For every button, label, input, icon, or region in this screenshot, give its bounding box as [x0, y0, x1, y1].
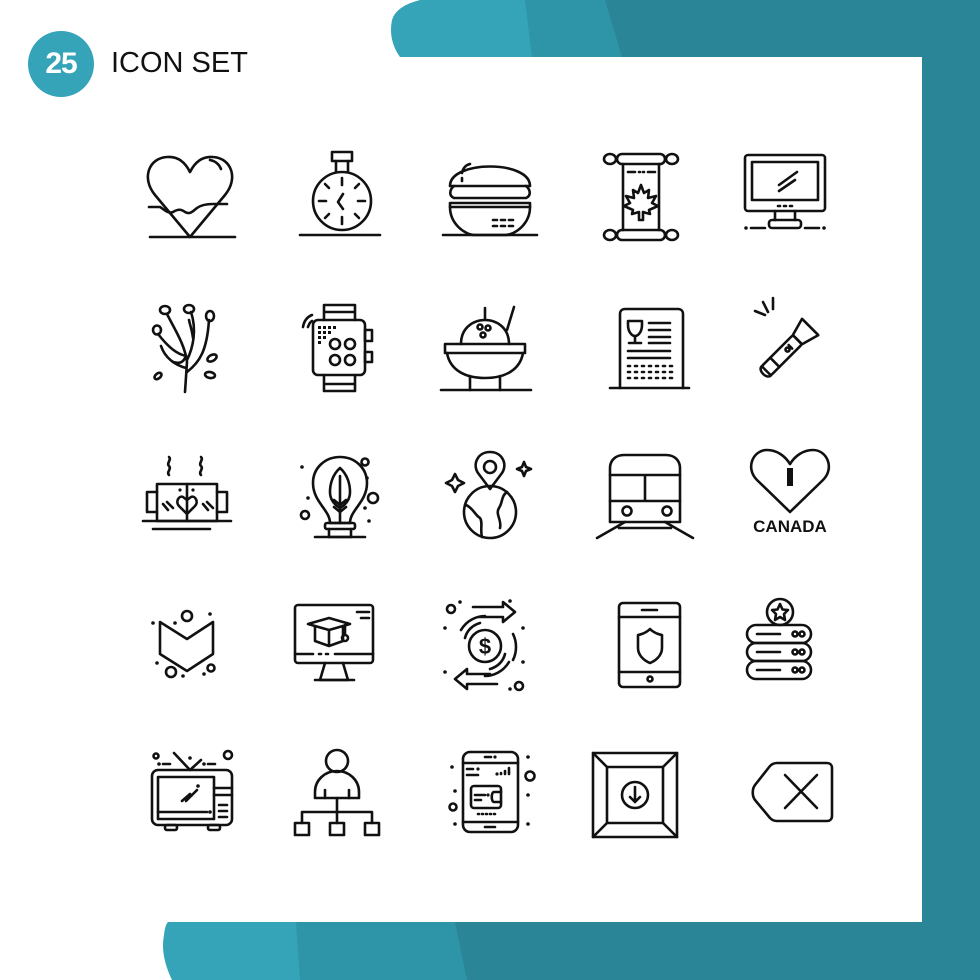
stopwatch-icon[interactable]: [285, 140, 395, 250]
ice-cream-bowl-icon[interactable]: [435, 290, 545, 400]
canada-scroll-icon[interactable]: [585, 140, 695, 250]
monitor-icon[interactable]: [735, 140, 845, 250]
burger-icon[interactable]: [435, 140, 545, 250]
branch-berries-icon[interactable]: [135, 290, 245, 400]
mobile-wallet-icon[interactable]: [435, 740, 545, 850]
train-icon[interactable]: [585, 440, 695, 550]
count-badge: 25: [28, 31, 94, 97]
i-love-canada-icon[interactable]: CANADA: [735, 440, 845, 550]
smartwatch-icon[interactable]: [285, 290, 395, 400]
canada-label: CANADA: [753, 517, 827, 536]
online-education-icon[interactable]: [285, 590, 395, 700]
bottom-shape-dark: [455, 922, 980, 980]
globe-location-icon[interactable]: [435, 440, 545, 550]
eco-bulb-icon[interactable]: [285, 440, 395, 550]
chevron-down-badge-icon[interactable]: [135, 590, 245, 700]
money-exchange-icon[interactable]: $: [435, 590, 545, 700]
page-title: ICON SET: [111, 47, 248, 79]
server-star-icon[interactable]: [735, 590, 845, 700]
tablet-shield-icon[interactable]: [585, 590, 695, 700]
backspace-clear-icon[interactable]: [735, 740, 845, 850]
retro-tv-icon[interactable]: [135, 740, 245, 850]
user-hierarchy-icon[interactable]: [285, 740, 395, 850]
flashlight-icon[interactable]: [735, 290, 845, 400]
wine-menu-icon[interactable]: [585, 290, 695, 400]
right-band: [922, 0, 980, 980]
svg-text:$: $: [479, 634, 491, 659]
coffee-mugs-love-icon[interactable]: [135, 440, 245, 550]
download-box-icon[interactable]: [585, 740, 695, 850]
heart-water-icon[interactable]: [135, 140, 245, 250]
